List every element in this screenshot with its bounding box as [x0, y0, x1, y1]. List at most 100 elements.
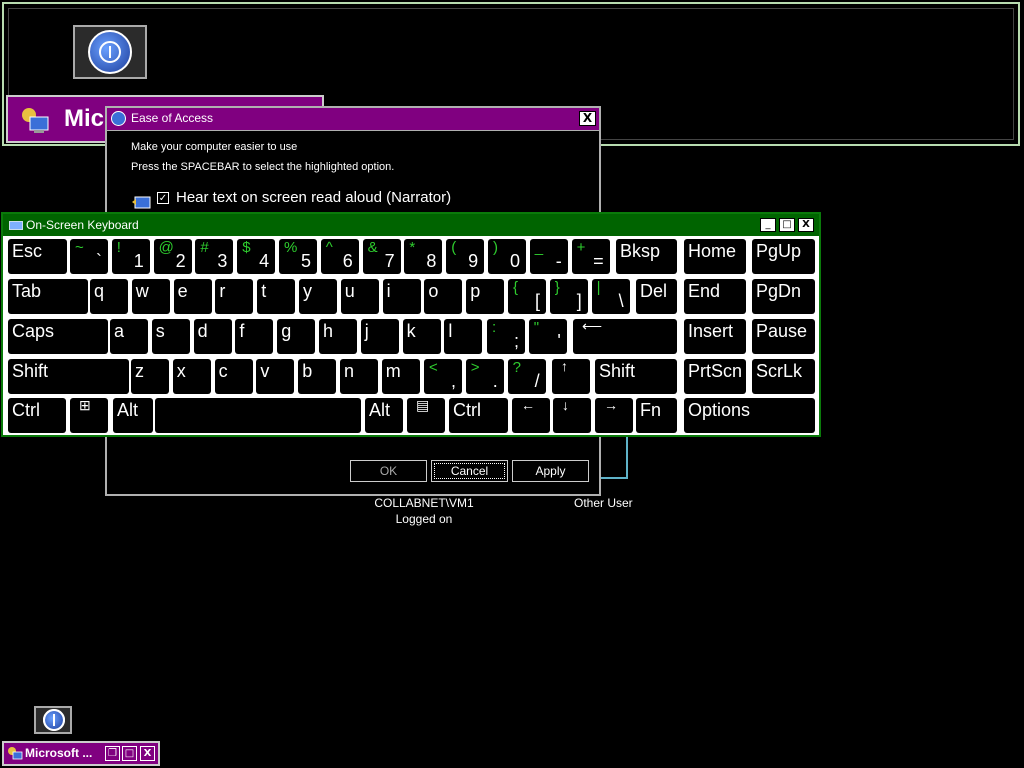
key-h[interactable]: h	[319, 319, 357, 354]
key-row1-0[interactable]: ~ `	[70, 239, 108, 274]
key-row1-3[interactable]: #3	[195, 239, 234, 274]
key-row1-2[interactable]: @2	[153, 239, 192, 274]
narrator-label[interactable]: Hear text on screen read aloud (Narrator…	[176, 189, 451, 206]
key-pgdn[interactable]: PgDn	[752, 279, 815, 314]
key-menu[interactable]: ▤	[407, 398, 445, 433]
taskbar-window-microsoft[interactable]: Microsoft ... ❐ □ X	[2, 741, 160, 766]
key-delete[interactable]: Del	[636, 279, 677, 314]
key-arrow-left[interactable]: ←	[512, 398, 550, 433]
ease-of-access-taskbar-tile[interactable]	[34, 706, 72, 734]
key-y[interactable]: y	[299, 279, 337, 314]
key-k[interactable]: k	[402, 319, 441, 354]
key-options-label: Options	[688, 400, 751, 420]
key-arrow-up[interactable]: ↑	[552, 359, 590, 394]
key-fn[interactable]: Fn	[636, 398, 677, 433]
key-n[interactable]: n	[340, 359, 378, 394]
minimize-icon[interactable]: _	[760, 218, 776, 232]
ok-button[interactable]: OK	[350, 460, 427, 482]
key-ctrl-right[interactable]: Ctrl	[449, 398, 508, 433]
key-row1-6[interactable]: ^ 6	[320, 239, 359, 274]
key-row1-8[interactable]: * 8	[404, 239, 443, 274]
key-row3-sym-0[interactable]: :;	[487, 319, 525, 354]
close-icon[interactable]: X	[798, 218, 814, 232]
key-z[interactable]: z	[131, 359, 169, 394]
ease-of-access-tile[interactable]	[73, 25, 147, 79]
key-enter[interactable]: ⟵	[573, 319, 677, 354]
key-windows[interactable]: ⊞	[70, 398, 108, 433]
key-o[interactable]: o	[424, 279, 463, 314]
key-arrow-right[interactable]: →	[595, 398, 633, 433]
key-row4-sym-1[interactable]: >.	[465, 359, 504, 394]
user-tile-vm1[interactable]: COLLABNET\VM1 Logged on	[374, 496, 474, 528]
key-p[interactable]: p	[466, 279, 505, 314]
key-arrow-up-label: ↑	[561, 359, 568, 374]
key-row2-sym-1[interactable]: }]	[549, 279, 588, 314]
key-end[interactable]: End	[684, 279, 746, 314]
key-esc[interactable]: Esc	[8, 239, 67, 274]
key-c[interactable]: c	[214, 359, 253, 394]
key-row2-sym-2[interactable]: | \	[591, 279, 630, 314]
key-backspace[interactable]: Bksp	[616, 239, 677, 274]
key-row1-9-base-label: 9	[468, 251, 479, 271]
apply-button[interactable]: Apply	[512, 460, 589, 482]
maximize-icon[interactable]: □	[122, 746, 137, 761]
key-space[interactable]	[155, 398, 361, 433]
key-shift-left[interactable]: Shift	[8, 359, 129, 394]
key-pgup[interactable]: PgUp	[752, 239, 815, 274]
user-tile-other[interactable]: Other User	[574, 496, 633, 510]
osk-title-bar[interactable]: On-Screen Keyboard _ □ X	[3, 214, 819, 236]
key-shift-right[interactable]: Shift	[595, 359, 677, 394]
key-insert[interactable]: Insert	[684, 319, 746, 354]
key-pause[interactable]: Pause	[752, 319, 815, 354]
key-a[interactable]: a	[110, 319, 148, 354]
close-icon[interactable]: X	[140, 746, 155, 761]
key-u[interactable]: u	[340, 279, 379, 314]
key-e[interactable]: e	[173, 279, 212, 314]
key-row4-sym-0[interactable]: <,	[424, 359, 462, 394]
key-g-label: g	[281, 321, 292, 341]
key-row1-9[interactable]: (9	[446, 239, 485, 274]
key-row3-sym-1[interactable]: " '	[528, 319, 567, 354]
key-home[interactable]: Home	[684, 239, 746, 274]
key-ctrl-left[interactable]: Ctrl	[8, 398, 66, 433]
narrator-checkbox[interactable]: ✓	[157, 192, 169, 204]
maximize-icon[interactable]: □	[779, 218, 795, 232]
key-row1-1[interactable]: ! 1	[111, 239, 150, 274]
key-alt-left[interactable]: Alt	[113, 398, 153, 433]
key-scrlk[interactable]: ScrLk	[752, 359, 815, 394]
key-f[interactable]: f	[235, 319, 274, 354]
key-options[interactable]: Options	[684, 398, 815, 433]
key-d[interactable]: d	[193, 319, 232, 354]
key-arrow-down[interactable]: ↓	[553, 398, 591, 433]
restore-icon[interactable]: ❐	[105, 746, 120, 761]
key-caps[interactable]: Caps	[8, 319, 108, 354]
key-w[interactable]: w	[131, 279, 170, 314]
key-row2-sym-0[interactable]: {[	[508, 279, 546, 314]
key-alt-right[interactable]: Alt	[365, 398, 403, 433]
key-row4-sym-2[interactable]: ? /	[507, 359, 546, 394]
key-row1-4[interactable]: $4	[237, 239, 276, 274]
key-t[interactable]: t	[257, 279, 296, 314]
key-row1-12[interactable]: + =	[571, 239, 610, 274]
key-x[interactable]: x	[172, 359, 211, 394]
key-row2-sym-0-shift-label: {	[513, 279, 519, 296]
key-l[interactable]: l	[444, 319, 483, 354]
key-q[interactable]: q	[90, 279, 128, 314]
key-b[interactable]: b	[298, 359, 337, 394]
key-row1-11[interactable]: _ -	[529, 239, 568, 274]
key-tab[interactable]: Tab	[8, 279, 88, 314]
dialog-title-bar[interactable]: Ease of Access X	[107, 108, 599, 131]
key-g[interactable]: g	[277, 319, 316, 354]
key-i[interactable]: i	[382, 279, 421, 314]
key-row1-10[interactable]: ) 0	[488, 239, 526, 274]
close-icon[interactable]: X	[579, 111, 596, 126]
key-j[interactable]: j	[360, 319, 399, 354]
key-m[interactable]: m	[381, 359, 420, 394]
key-row1-5[interactable]: % 5	[279, 239, 317, 274]
cancel-button[interactable]: Cancel	[431, 460, 508, 482]
key-row1-7[interactable]: & 7	[362, 239, 401, 274]
key-prtscn[interactable]: PrtScn	[684, 359, 746, 394]
key-s[interactable]: s	[151, 319, 190, 354]
key-r[interactable]: r	[215, 279, 254, 314]
key-v[interactable]: v	[256, 359, 295, 394]
